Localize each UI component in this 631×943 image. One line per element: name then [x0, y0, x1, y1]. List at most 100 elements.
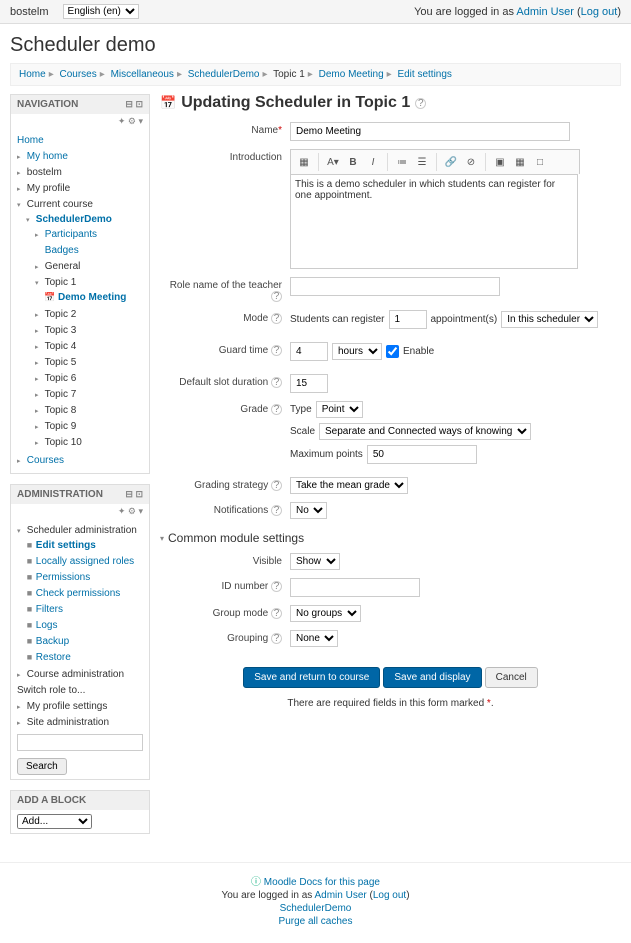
- save-return-button[interactable]: Save and return to course: [243, 667, 380, 688]
- nav-myhome[interactable]: My home: [27, 151, 68, 162]
- admin-switch-role[interactable]: Switch role to...: [17, 685, 85, 696]
- help-icon[interactable]: ?: [271, 377, 282, 388]
- intro-editor[interactable]: This is a demo scheduler in which studen…: [290, 174, 578, 269]
- help-icon[interactable]: ?: [271, 505, 282, 516]
- grading-strategy[interactable]: Take the mean grade: [290, 477, 408, 494]
- required-note: There are required fields in this form m…: [160, 698, 621, 709]
- footer-logout-link[interactable]: Log out: [373, 890, 406, 901]
- crumb-courses[interactable]: Courses: [60, 69, 97, 80]
- nav-current-course: Current course: [27, 199, 93, 210]
- moodle-docs-link[interactable]: Moodle Docs for this page: [264, 877, 380, 888]
- mode-count[interactable]: [389, 310, 427, 329]
- navigation-block: NAVIGATION⊟ ⊡ ✦ ⚙ ▾ Home ▸ My home ▸ bos…: [10, 94, 150, 474]
- crumb-topic1: Topic 1: [273, 69, 305, 80]
- help-icon[interactable]: ?: [271, 291, 282, 302]
- admin-search-input[interactable]: [17, 734, 143, 751]
- logout-link[interactable]: Log out: [581, 6, 618, 18]
- nav-topic7: Topic 7: [45, 389, 77, 400]
- toolbar-bold-icon[interactable]: B: [344, 153, 362, 171]
- crumb-demo-meeting[interactable]: Demo Meeting: [319, 69, 384, 80]
- save-display-button[interactable]: Save and display: [383, 667, 481, 688]
- grade-scale[interactable]: Separate and Connected ways of knowing: [319, 423, 531, 440]
- toolbar-ol-icon[interactable]: ☰: [413, 153, 431, 171]
- nav-myprofile: My profile: [27, 183, 70, 194]
- breadcrumb: Home▸ Courses▸ Miscellaneous▸ SchedulerD…: [10, 63, 621, 86]
- admin-restore[interactable]: Restore: [36, 652, 71, 663]
- help-icon[interactable]: ?: [271, 480, 282, 491]
- admin-logs[interactable]: Logs: [36, 620, 58, 631]
- toolbar-ul-icon[interactable]: ≔: [393, 153, 411, 171]
- groupmode-select[interactable]: No groups: [290, 605, 361, 622]
- block-controls[interactable]: ⊟ ⊡: [125, 489, 143, 500]
- footer-course-link[interactable]: SchedulerDemo: [280, 903, 352, 914]
- block-gear[interactable]: ✦ ⚙ ▾: [11, 114, 149, 129]
- idnumber-field[interactable]: [290, 578, 420, 597]
- crumb-edit-settings[interactable]: Edit settings: [397, 69, 451, 80]
- admin-roles[interactable]: Locally assigned roles: [36, 556, 134, 567]
- notifications[interactable]: No: [290, 502, 327, 519]
- admin-filters[interactable]: Filters: [36, 604, 63, 615]
- nav-badges[interactable]: Badges: [45, 245, 79, 256]
- admin-edit-settings[interactable]: Edit settings: [36, 540, 96, 551]
- nav-topic6: Topic 6: [45, 373, 77, 384]
- admin-sched: Scheduler administration: [27, 525, 137, 536]
- help-icon[interactable]: ?: [271, 581, 282, 592]
- toolbar-font-icon[interactable]: A▾: [324, 153, 342, 171]
- nav-courses[interactable]: Courses: [27, 455, 64, 466]
- toolbar-link-icon[interactable]: 🔗: [442, 153, 460, 171]
- admin-search-button[interactable]: Search: [17, 758, 67, 775]
- nav-topic5: Topic 5: [45, 357, 77, 368]
- help-icon[interactable]: ?: [271, 633, 282, 644]
- toolbar-expand-icon[interactable]: ▦: [295, 153, 313, 171]
- help-icon[interactable]: ?: [271, 608, 282, 619]
- calendar-icon: 📅: [44, 292, 55, 302]
- guard-enable-checkbox[interactable]: [386, 345, 399, 358]
- toolbar-unlink-icon[interactable]: ⊘: [462, 153, 480, 171]
- name-field[interactable]: [290, 122, 570, 141]
- admin-permissions[interactable]: Permissions: [36, 572, 90, 583]
- crumb-misc[interactable]: Miscellaneous: [111, 69, 174, 80]
- guard-value[interactable]: [290, 342, 328, 361]
- nav-participants[interactable]: Participants: [45, 229, 97, 240]
- purge-caches-link[interactable]: Purge all caches: [279, 916, 353, 927]
- grade-type[interactable]: Point: [316, 401, 363, 418]
- lang-select[interactable]: English (en): [63, 4, 139, 19]
- crumb-schedulerdemo[interactable]: SchedulerDemo: [188, 69, 260, 80]
- block-controls[interactable]: ⊟ ⊡: [125, 99, 143, 110]
- administration-block: ADMINISTRATION⊟ ⊡ ✦ ⚙ ▾ ▾ Scheduler admi…: [10, 484, 150, 780]
- add-block-select[interactable]: Add...: [17, 814, 92, 829]
- admin-check-perm[interactable]: Check permissions: [36, 588, 120, 599]
- toolbar-image-icon[interactable]: ▣: [491, 153, 509, 171]
- admin-user-link[interactable]: Admin User: [516, 6, 573, 18]
- toolbar-media-icon[interactable]: ▦: [511, 153, 529, 171]
- slot-duration[interactable]: [290, 374, 328, 393]
- crumb-home[interactable]: Home: [19, 69, 46, 80]
- nav-demo-meeting[interactable]: Demo Meeting: [58, 292, 126, 303]
- nav-schedulerdemo[interactable]: SchedulerDemo: [36, 214, 112, 225]
- admin-backup[interactable]: Backup: [36, 636, 69, 647]
- admin-profile: My profile settings: [27, 701, 108, 712]
- grouping-select[interactable]: None: [290, 630, 338, 647]
- brand: bostelm: [10, 6, 49, 18]
- toolbar-italic-icon[interactable]: I: [364, 153, 382, 171]
- guard-unit[interactable]: hours: [332, 343, 382, 360]
- help-icon[interactable]: ?: [271, 404, 282, 415]
- footer-admin-link[interactable]: Admin User: [314, 890, 366, 901]
- nav-bostelm: bostelm: [27, 167, 62, 178]
- visible-select[interactable]: Show: [290, 553, 340, 570]
- nav-general: General: [45, 261, 81, 272]
- common-settings-toggle[interactable]: ▾Common module settings: [160, 531, 621, 545]
- help-icon[interactable]: ?: [415, 98, 426, 109]
- admin-site: Site administration: [27, 717, 109, 728]
- role-field[interactable]: [290, 277, 500, 296]
- help-icon[interactable]: ?: [271, 345, 282, 356]
- admin-course: Course administration: [27, 669, 124, 680]
- cancel-button[interactable]: Cancel: [485, 667, 538, 688]
- grade-max[interactable]: [367, 445, 477, 464]
- toolbar-file-icon[interactable]: □: [531, 153, 549, 171]
- help-icon[interactable]: ?: [271, 313, 282, 324]
- nav-topic3: Topic 3: [45, 325, 77, 336]
- block-gear[interactable]: ✦ ⚙ ▾: [11, 504, 149, 519]
- nav-home[interactable]: Home: [17, 135, 44, 146]
- mode-scope[interactable]: In this scheduler: [501, 311, 598, 328]
